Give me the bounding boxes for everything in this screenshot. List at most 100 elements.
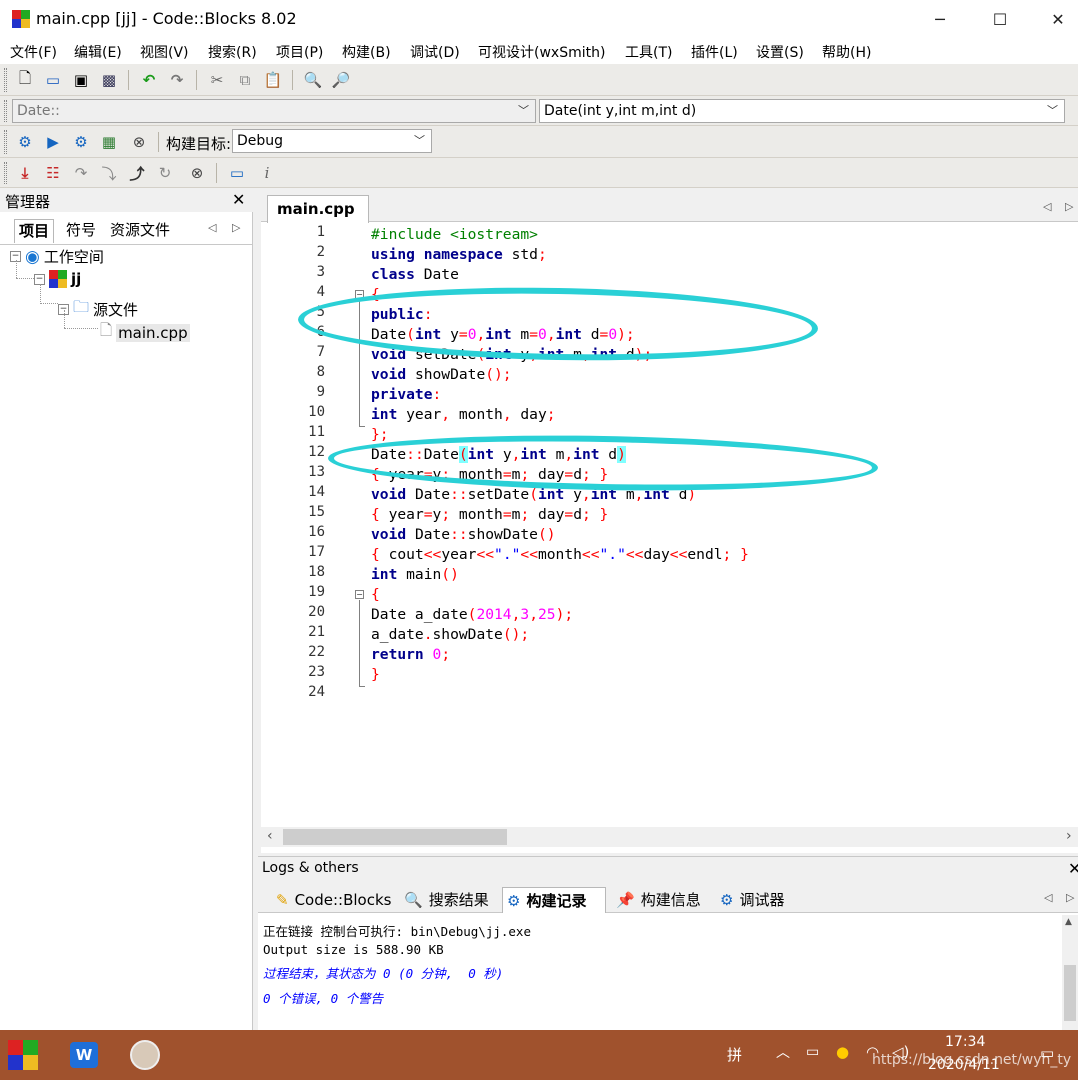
copy-icon[interactable]: ⧉ xyxy=(234,69,256,91)
function-combo[interactable]: Date(int y,int m,int d) ﹀ xyxy=(539,99,1065,123)
tab-scroll-left-icon[interactable]: ◁ xyxy=(1043,200,1051,213)
code-line: void showDate(); xyxy=(371,366,512,383)
tab-symbols[interactable]: 符号 xyxy=(62,219,100,243)
next-line-icon[interactable]: ↷ xyxy=(70,162,92,184)
fold-marker-icon[interactable]: − xyxy=(355,590,364,599)
tab-scroll-right-icon[interactable]: ▷ xyxy=(1066,891,1074,904)
tab-codeblocks-log[interactable]: ✎ Code::Blocks xyxy=(272,887,391,913)
scroll-up-icon[interactable]: ▲ xyxy=(1065,917,1072,927)
qq-icon[interactable]: ● xyxy=(836,1043,849,1061)
paste-icon[interactable]: 📋 xyxy=(262,69,284,91)
tab-debugger[interactable]: ⚙ 调试器 xyxy=(716,887,784,913)
code-line: using namespace std; xyxy=(371,246,547,263)
toolbar-grip[interactable] xyxy=(4,130,7,154)
code-line: int year, month, day; xyxy=(371,406,556,423)
tab-projects[interactable]: 项目 xyxy=(14,219,55,243)
avatar-app-icon[interactable] xyxy=(130,1040,160,1070)
logs-close-icon[interactable]: ✕ xyxy=(1068,859,1078,878)
collapse-icon[interactable]: − xyxy=(34,273,45,285)
project-label: jj xyxy=(71,270,82,288)
find-icon[interactable]: 🔍 xyxy=(302,69,324,91)
stop-debug-icon[interactable]: ⊗ xyxy=(186,162,208,184)
menu-tools[interactable]: 工具(T) xyxy=(625,42,672,62)
menu-build[interactable]: 构建(B) xyxy=(342,42,391,62)
chevron-up-icon[interactable]: ︿ xyxy=(776,1042,790,1062)
build-gear-icon[interactable]: ⚙ xyxy=(14,131,36,153)
tab-resources[interactable]: 资源文件 xyxy=(106,219,174,243)
manager-close-icon[interactable]: ✕ xyxy=(232,190,245,209)
step-into-icon[interactable]: ⤵ xyxy=(98,162,120,184)
tree-workspace[interactable]: − ◉ 工作空间 xyxy=(10,246,104,267)
build-and-run-icon[interactable]: ⚙ xyxy=(70,131,92,153)
rebuild-icon[interactable]: ▦ xyxy=(98,131,120,153)
menu-plugins[interactable]: 插件(L) xyxy=(691,42,738,62)
line-number: 3 xyxy=(316,264,325,280)
abort-icon[interactable]: ⊗ xyxy=(128,131,150,153)
scope-combo[interactable]: Date:: ﹀ xyxy=(12,99,536,123)
toolbar-grip[interactable] xyxy=(4,100,7,122)
logs-tab-strip: ✎ Code::Blocks 🔍 搜索结果 ⚙ 构建记录 📌 构建信息 ⚙ 调试… xyxy=(258,881,1078,913)
tab-scroll-left-icon[interactable]: ◁ xyxy=(1044,891,1052,904)
taskbar: W 拼 ︿ ▭ ● ◠ ◁) 17:34 2020/4/11 https://b… xyxy=(0,1030,1078,1080)
tab-build-log[interactable]: ⚙ 构建记录 xyxy=(502,887,606,913)
undo-icon[interactable]: ↶ xyxy=(138,69,160,91)
tab-build-messages[interactable]: 📌 构建信息 xyxy=(612,887,701,913)
start-icon[interactable] xyxy=(8,1040,38,1070)
menu-settings[interactable]: 设置(S) xyxy=(756,42,804,62)
tab-scroll-right-icon[interactable]: ▷ xyxy=(1065,200,1073,213)
close-button[interactable]: ✕ xyxy=(1038,6,1078,34)
menu-wxsmith[interactable]: 可视设计(wxSmith) xyxy=(478,42,605,62)
tree-file-main[interactable]: 🗋 main.cpp xyxy=(100,320,190,345)
step-out-icon[interactable]: ⤴ xyxy=(126,162,148,184)
scrollbar-thumb[interactable] xyxy=(283,829,507,845)
menu-edit[interactable]: 编辑(E) xyxy=(74,42,122,62)
run-to-cursor-icon[interactable]: ☷ xyxy=(42,162,64,184)
menu-search[interactable]: 搜索(R) xyxy=(208,42,257,62)
tab-scroll-right-icon[interactable]: ▷ xyxy=(232,221,240,234)
editor-area: main.cpp ✕ ◁ ▷ 1234567891011121314151617… xyxy=(261,188,1078,853)
build-target-combo[interactable]: Debug ﹀ xyxy=(232,129,432,153)
new-file-icon[interactable]: 🗋 xyxy=(14,69,36,91)
ime-indicator[interactable]: 拼 xyxy=(727,1044,742,1065)
tab-main-cpp[interactable]: main.cpp ✕ xyxy=(267,195,369,245)
workspace-label: 工作空间 xyxy=(43,248,104,266)
scroll-right-icon[interactable]: › xyxy=(1066,828,1072,844)
wps-app-icon[interactable]: W xyxy=(70,1042,98,1068)
notification-icon[interactable]: ▭ xyxy=(1040,1044,1054,1062)
save-icon[interactable]: ▣ xyxy=(70,69,92,91)
tab-scroll-left-icon[interactable]: ◁ xyxy=(208,221,216,234)
editor-tab-strip: main.cpp ✕ ◁ ▷ xyxy=(261,188,1078,245)
next-instruction-icon[interactable]: ↻ xyxy=(154,162,176,184)
log-line: 正在链接 控制台可执行: bin\Debug\jj.exe xyxy=(263,924,531,939)
menu-help[interactable]: 帮助(H) xyxy=(822,42,871,62)
code-line: class Date xyxy=(371,266,459,283)
cut-icon[interactable]: ✂ xyxy=(206,69,228,91)
menu-file[interactable]: 文件(F) xyxy=(10,42,57,62)
minimize-button[interactable]: ─ xyxy=(920,6,960,34)
tree-project[interactable]: − jj xyxy=(34,270,81,288)
tab-search-results[interactable]: 🔍 搜索结果 xyxy=(400,887,489,913)
line-number: 8 xyxy=(316,364,325,380)
menu-project[interactable]: 项目(P) xyxy=(276,42,323,62)
battery-icon[interactable]: ▭ xyxy=(806,1044,819,1060)
replace-icon[interactable]: 🔎 xyxy=(330,69,352,91)
clock-time[interactable]: 17:34 xyxy=(945,1034,985,1050)
horizontal-scrollbar[interactable]: ‹ › xyxy=(261,827,1078,847)
open-file-icon[interactable]: ▭ xyxy=(42,69,64,91)
scroll-left-icon[interactable]: ‹ xyxy=(267,828,273,844)
code-line: int main() xyxy=(371,566,459,583)
redo-icon[interactable]: ↷ xyxy=(166,69,188,91)
logs-vertical-scrollbar[interactable]: ▲ xyxy=(1062,915,1078,1031)
toolbar-grip[interactable] xyxy=(4,162,7,184)
menu-view[interactable]: 视图(V) xyxy=(140,42,189,62)
save-all-icon[interactable]: ▩ xyxy=(98,69,120,91)
menu-debug[interactable]: 调试(D) xyxy=(410,42,460,62)
debug-windows-icon[interactable]: ▭ xyxy=(226,162,248,184)
toolbar-grip[interactable] xyxy=(4,68,7,92)
info-icon[interactable]: i xyxy=(256,162,278,184)
debug-start-icon[interactable]: ⤓ xyxy=(14,162,36,184)
run-icon[interactable]: ▶ xyxy=(42,131,64,153)
scrollbar-thumb[interactable] xyxy=(1064,965,1076,1021)
maximize-button[interactable]: ☐ xyxy=(980,6,1020,34)
tree-source-folder[interactable]: − 🗀 源文件 xyxy=(58,296,138,323)
